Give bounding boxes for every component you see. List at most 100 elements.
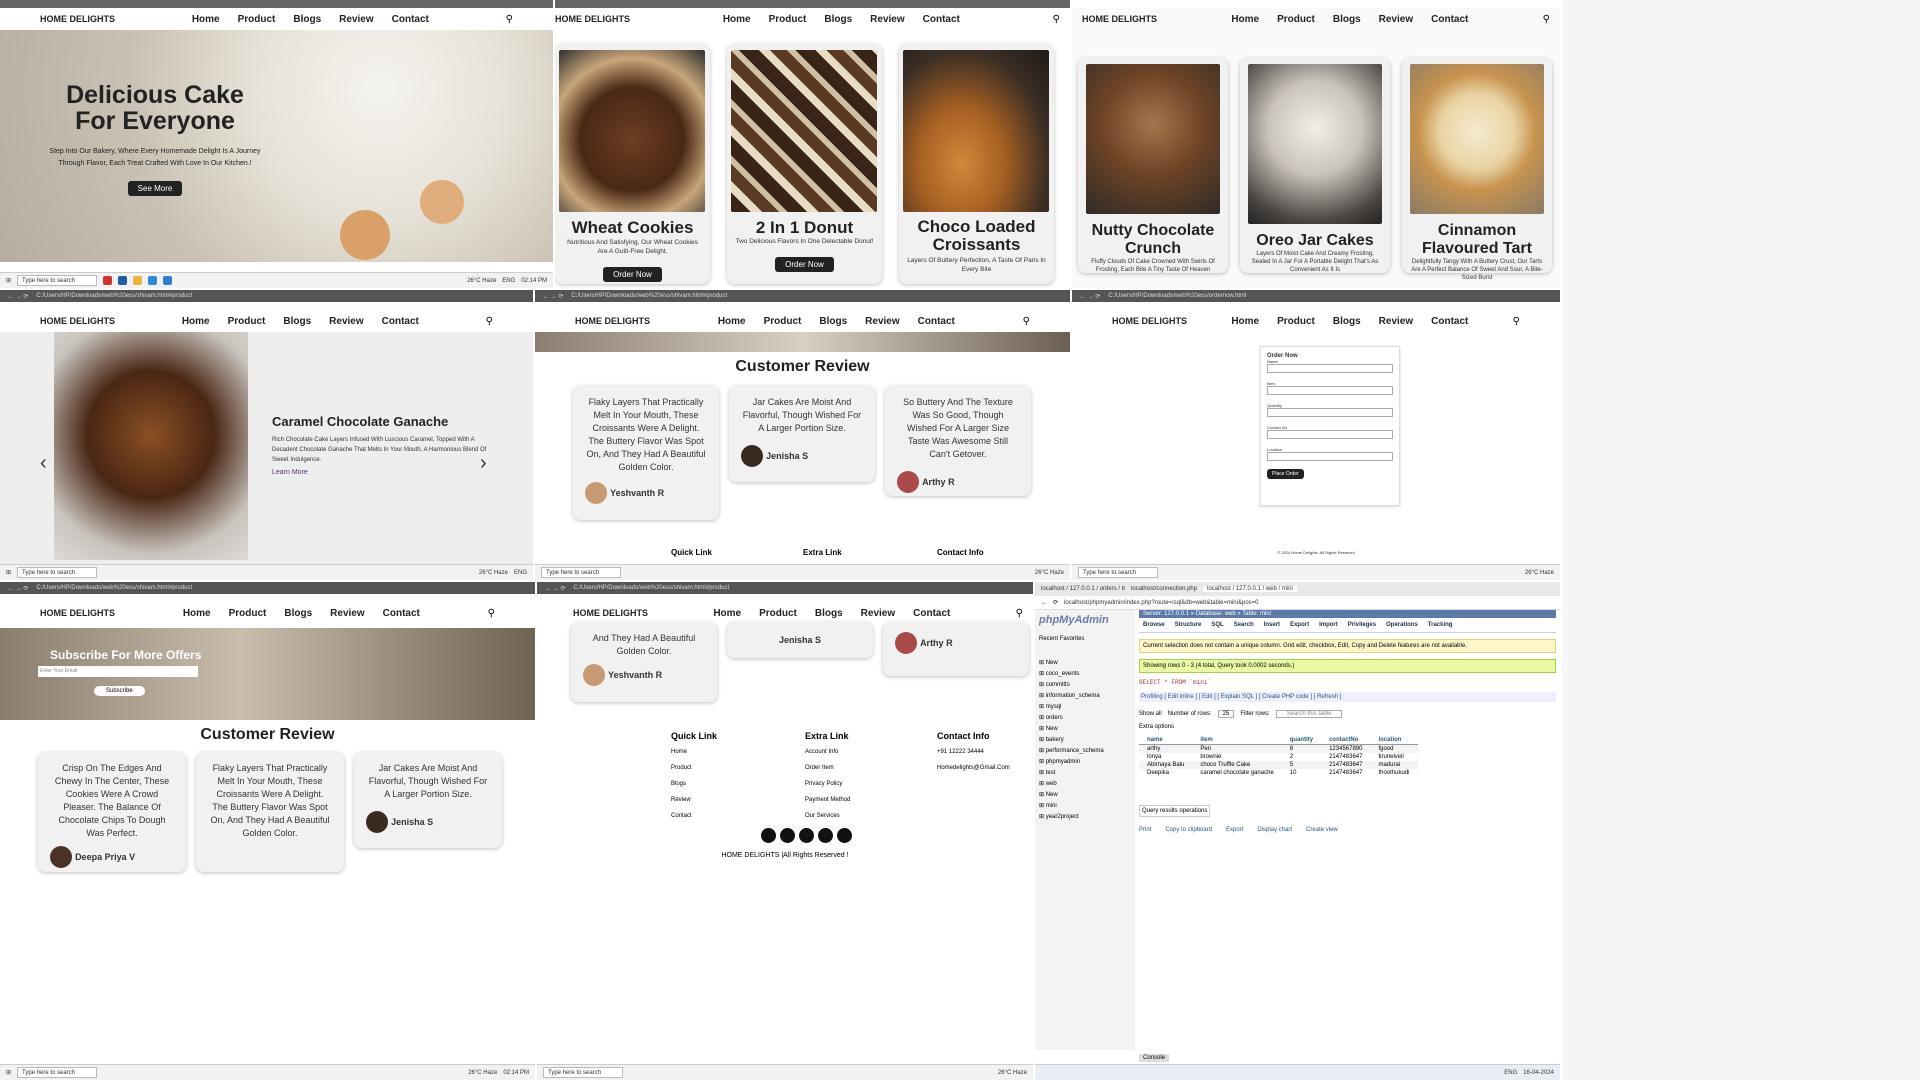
column-header[interactable]: contactNo [1321, 736, 1371, 745]
tab[interactable]: localhost / 127.0.0.1 / web / mini [1203, 586, 1297, 592]
column-header[interactable]: name [1139, 736, 1193, 745]
pma-tab[interactable]: Insert [1264, 622, 1280, 628]
pma-tab[interactable]: Structure [1175, 622, 1202, 628]
item-input[interactable] [1267, 386, 1393, 395]
db-tree-item[interactable]: ⊞ year2project [1039, 812, 1131, 823]
db-tree-item[interactable]: ⊞ mysql [1039, 702, 1131, 713]
pma-tab[interactable]: Search [1234, 622, 1254, 628]
column-header[interactable]: item [1192, 736, 1282, 745]
search-icon[interactable]: ⚲ [1023, 316, 1030, 327]
nav-blogs[interactable]: Blogs [815, 608, 843, 619]
search-icon[interactable]: ⚲ [488, 608, 495, 619]
learn-more-link[interactable]: Learn More [272, 469, 492, 476]
next-arrow-icon[interactable]: › [480, 452, 487, 475]
place-order-button[interactable]: Place Order [1267, 469, 1304, 479]
linkedin-icon[interactable] [818, 828, 833, 843]
search-icon[interactable]: ⚲ [1543, 14, 1550, 25]
windows-icon[interactable]: ⊞ [6, 277, 11, 284]
facebook-icon[interactable] [761, 828, 776, 843]
pma-tab[interactable]: Privileges [1348, 622, 1376, 628]
reload-icon[interactable]: ⟳ [1053, 599, 1058, 606]
contact-input[interactable] [1267, 430, 1393, 439]
db-tree-item[interactable]: ⊞ New [1039, 658, 1131, 669]
db-tree-item[interactable]: ⊞ performance_schema [1039, 746, 1131, 757]
nav-review[interactable]: Review [861, 608, 895, 619]
search-icon[interactable]: ⚲ [486, 316, 493, 327]
nav-home[interactable]: Home [718, 316, 746, 327]
nav-blogs[interactable]: Blogs [293, 14, 321, 25]
nav-product[interactable]: Product [769, 14, 807, 25]
nav-review[interactable]: Review [339, 14, 373, 25]
db-tree-item[interactable]: ⊞ New [1039, 724, 1131, 735]
nav-product[interactable]: Product [1277, 14, 1315, 25]
taskbar-search[interactable]: Type here to search [17, 275, 98, 286]
nav-home[interactable]: Home [713, 608, 741, 619]
nav-review[interactable]: Review [1379, 316, 1413, 327]
result-operation[interactable]: Export [1226, 827, 1243, 833]
nav-contact[interactable]: Contact [392, 14, 429, 25]
windows-icon[interactable]: ⊞ [6, 1069, 11, 1076]
nav-blogs[interactable]: Blogs [283, 316, 311, 327]
app-icon[interactable] [118, 276, 128, 285]
pma-tab[interactable]: SQL [1211, 622, 1223, 628]
see-more-button[interactable]: See More [127, 181, 183, 196]
folder-icon[interactable] [133, 276, 143, 285]
nav-contact[interactable]: Contact [1431, 316, 1468, 327]
search-icon[interactable]: ⚲ [1513, 316, 1520, 327]
vscode-icon[interactable] [163, 276, 173, 285]
nav-contact[interactable]: Contact [382, 316, 419, 327]
chrome-icon[interactable] [148, 276, 158, 285]
result-operation[interactable]: Display chart [1257, 827, 1292, 833]
nav-product[interactable]: Product [228, 316, 266, 327]
pma-tab[interactable]: Import [1319, 622, 1338, 628]
nav-blogs[interactable]: Blogs [1333, 14, 1361, 25]
db-tree-item[interactable]: ⊞ web [1039, 779, 1131, 790]
nav-home[interactable]: Home [1231, 14, 1259, 25]
nav-contact[interactable]: Contact [918, 316, 955, 327]
search-icon[interactable]: ⚲ [1016, 608, 1023, 619]
db-tree-item[interactable]: ⊞ mini [1039, 801, 1131, 812]
back-icon[interactable]: ← [1041, 600, 1047, 606]
search-icon[interactable]: ⚲ [1053, 14, 1060, 25]
db-tree-item[interactable]: ⊞ information_schema [1039, 691, 1131, 702]
windows-icon[interactable]: ⊞ [6, 569, 11, 576]
db-tree-item[interactable]: ⊞ test [1039, 768, 1131, 779]
column-header[interactable]: location [1370, 736, 1418, 745]
nav-contact[interactable]: Contact [1431, 14, 1468, 25]
pma-tab[interactable]: Browse [1143, 622, 1165, 628]
nav-blogs[interactable]: Blogs [824, 14, 852, 25]
prev-arrow-icon[interactable]: ‹ [40, 452, 47, 475]
nav-review[interactable]: Review [329, 316, 363, 327]
column-header[interactable]: quantity [1281, 736, 1322, 745]
db-tree-item[interactable]: ⊞ coco_events [1039, 669, 1131, 680]
nav-home[interactable]: Home [182, 316, 210, 327]
email-input[interactable]: Enter Your Email [38, 666, 198, 677]
db-tree-item[interactable]: ⊞ phpmyadmin [1039, 757, 1131, 768]
nav-blogs[interactable]: Blogs [1333, 316, 1361, 327]
order-now-button[interactable]: Order Now [775, 257, 834, 272]
search-icon[interactable]: ⚲ [506, 14, 513, 25]
nav-contact[interactable]: Contact [383, 608, 420, 619]
nav-review[interactable]: Review [1379, 14, 1413, 25]
nav-home[interactable]: Home [192, 14, 220, 25]
pma-tab[interactable]: Operations [1386, 622, 1418, 628]
db-tree-item[interactable]: ⊞ bakery [1039, 735, 1131, 746]
url-bar[interactable]: localhost/phpmyadmin/index.php?route=/sq… [1064, 600, 1258, 606]
db-tree-item[interactable]: ⊞ committs [1039, 680, 1131, 691]
db-tree-item[interactable]: ⊞ orders [1039, 713, 1131, 724]
nav-product[interactable]: Product [764, 316, 802, 327]
quantity-input[interactable] [1267, 408, 1393, 417]
location-input[interactable] [1267, 452, 1393, 461]
nav-contact[interactable]: Contact [913, 608, 950, 619]
nav-contact[interactable]: Contact [923, 14, 960, 25]
subscribe-button[interactable]: Subscribe [94, 686, 145, 696]
result-operation[interactable]: Create view [1306, 827, 1338, 833]
nav-home[interactable]: Home [723, 14, 751, 25]
instagram-icon[interactable] [799, 828, 814, 843]
nav-product[interactable]: Product [759, 608, 797, 619]
pinterest-icon[interactable] [837, 828, 852, 843]
name-input[interactable] [1267, 364, 1393, 373]
nav-home[interactable]: Home [1231, 316, 1259, 327]
pma-tab[interactable]: Tracking [1428, 622, 1453, 628]
twitter-icon[interactable] [780, 828, 795, 843]
